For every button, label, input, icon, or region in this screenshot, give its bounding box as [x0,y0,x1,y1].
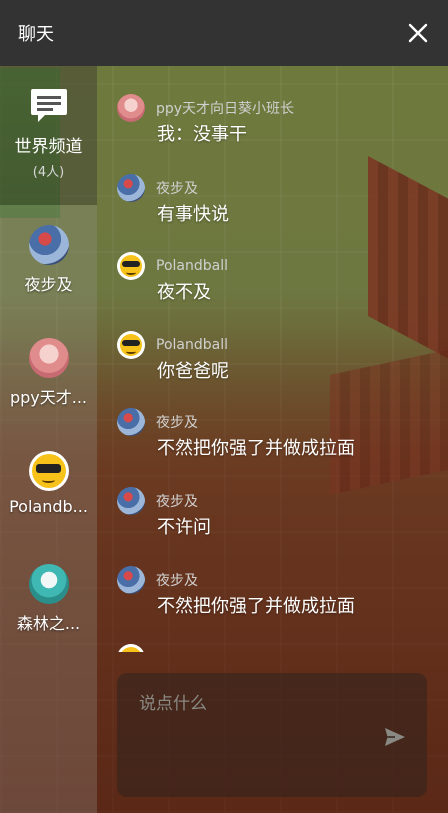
message-text: 有事快说 [157,204,229,225]
avatar [117,174,145,202]
send-icon [385,728,405,746]
contact-item[interactable]: Polandb... [0,431,97,544]
contact-name: 夜步及 [24,275,73,294]
message-sender: 夜步及 [156,181,198,197]
message-text: 夜不及 [157,282,211,303]
contact-item[interactable]: ppy天才... [0,318,97,431]
message-item: 夜步及 不然把你强了并做成拉面 [117,566,437,618]
message-item-partial [117,644,437,652]
message-item: 夜步及 不然把你强了并做成拉面 [117,408,437,460]
message-sender: 夜步及 [156,494,198,510]
avatar [28,564,69,604]
avatar [117,331,145,359]
message-item: ppy天才向日葵小班长 我：没事干 [117,94,437,146]
send-button[interactable] [383,725,407,749]
world-channel-count: (4人) [32,165,65,180]
message-sender: Polandball [156,337,228,353]
avatar [28,451,69,491]
world-channel-label: 世界频道 [14,137,83,157]
contact-name: 森林之... [16,614,81,633]
avatar [117,252,145,280]
close-button[interactable] [406,21,430,45]
avatar [117,487,145,515]
message-input-box [117,673,427,797]
message-item: 夜步及 有事快说 [117,174,437,226]
message-text: 不然把你强了并做成拉面 [157,596,355,617]
message-text: 你爸爸呢 [157,361,229,382]
contact-name: ppy天才... [9,388,88,407]
avatar [28,225,69,265]
message-sender: Polandball [156,258,228,274]
avatar [117,408,145,436]
message-sender: ppy天才向日葵小班长 [156,101,295,117]
message-text: 不许问 [157,517,211,538]
contact-name: Polandb... [9,497,88,516]
contact-list: 夜步及 ppy天才... Polandb... 森林之... [0,205,97,813]
header-title: 聊天 [18,24,54,45]
chat-bubble-icon [30,89,67,122]
avatar [28,338,69,378]
contact-item[interactable]: 森林之... [0,544,97,657]
message-item: Polandball 你爸爸呢 [117,331,437,383]
message-item: Polandball 夜不及 [117,252,437,304]
message-text: 不然把你强了并做成拉面 [157,438,355,459]
chat-header: 聊天 [0,0,448,66]
message-sender: 夜步及 [156,415,198,431]
world-channel-item[interactable]: 世界频道 (4人) [0,66,97,205]
message-sender: 夜步及 [156,573,198,589]
close-icon [408,23,428,43]
avatar [117,566,145,594]
message-input[interactable] [137,687,371,771]
message-item: 夜步及 不许问 [117,487,437,539]
avatar [117,94,145,122]
message-text: 我：没事干 [157,124,247,145]
avatar [117,644,145,652]
sidebar: 世界频道 (4人) 夜步及 ppy天才... Polandb... 森林之... [0,66,97,813]
contact-item[interactable]: 夜步及 [0,205,97,318]
message-list[interactable]: ppy天才向日葵小班长 我：没事干 夜步及 有事快说 Polandball 夜不… [97,66,448,652]
